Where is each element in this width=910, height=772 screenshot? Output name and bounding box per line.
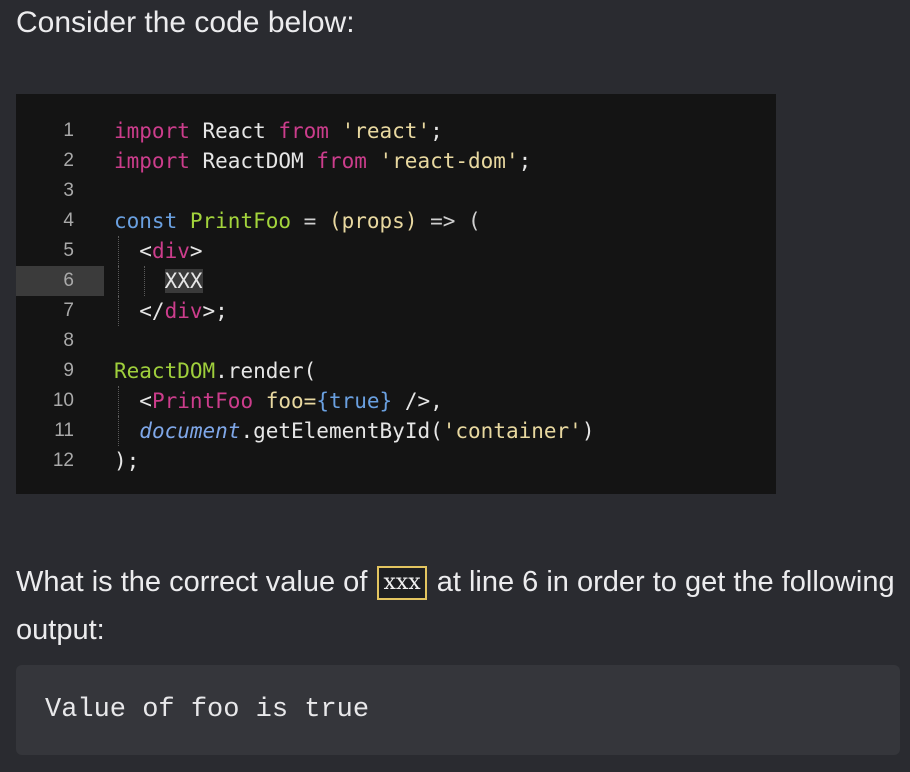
code-token: {true}: [316, 389, 393, 413]
code-token: from: [278, 119, 329, 143]
code-line: 8: [16, 326, 776, 356]
code-token: );: [114, 449, 140, 473]
code-line: 10 <PrintFoo foo={true} />,: [16, 386, 776, 416]
code-line: 3: [16, 176, 776, 206]
code-token: </: [114, 299, 165, 323]
code-token: >;: [202, 299, 228, 323]
indent-guide: [118, 386, 120, 416]
code-token: React: [189, 119, 279, 143]
intro-text: Consider the code below:: [16, 6, 355, 39]
code-text: XXX: [114, 266, 203, 296]
line-number: 5: [63, 240, 74, 261]
code-token: import: [114, 149, 190, 173]
code-token: PrintFoo: [151, 389, 254, 413]
code-line: 11 document.getElementById('container'): [16, 416, 776, 446]
code-line: 1 import React from 'react';: [16, 116, 776, 146]
question-before: What is the correct value of: [16, 566, 376, 598]
code-text: import React from 'react';: [114, 116, 443, 146]
indent-guide: [118, 266, 120, 296]
code-token: 'react': [328, 119, 431, 143]
code-token: 'react-dom': [366, 149, 519, 173]
code-block: 1 import React from 'react'; 2 import React…: [16, 94, 776, 494]
line-number: 10: [52, 390, 74, 411]
code-line: 5 <div>: [16, 236, 776, 266]
code-line: 7 </div>;: [16, 296, 776, 326]
code-token: =: [291, 209, 329, 233]
code-token: foo=: [253, 389, 317, 413]
indent-guide: [118, 236, 120, 266]
code-token: .getElementById(: [240, 419, 443, 443]
indent-guide: [118, 416, 120, 446]
code-token: const: [114, 209, 178, 233]
line-number: 1: [63, 120, 74, 141]
code-token: (props): [328, 209, 418, 233]
code-text: const PrintFoo = (props) => (: [114, 206, 481, 236]
placeholder-token: XXX: [164, 269, 203, 293]
code-token: ;: [518, 149, 532, 173]
code-token: ReactDOM: [189, 149, 317, 173]
code-token: />,: [392, 389, 443, 413]
code-text: </div>;: [114, 296, 228, 326]
code-text: document.getElementById('container'): [114, 416, 594, 446]
code-token: div: [151, 239, 190, 263]
indent-guide: [118, 296, 120, 326]
code-text: );: [114, 446, 139, 476]
code-text: import ReactDOM from 'react-dom';: [114, 146, 531, 176]
code-token: document: [139, 419, 241, 443]
code-text: <PrintFoo foo={true} />,: [114, 386, 443, 416]
code-line: 2 import ReactDOM from 'react-dom';: [16, 146, 776, 176]
inline-code-xxx: xxx: [377, 566, 427, 600]
code-token: .render(: [215, 359, 317, 383]
code-token: PrintFoo: [189, 209, 292, 233]
line-number: 6: [16, 266, 104, 296]
code-line: 6 XXX: [16, 266, 776, 296]
line-number: 7: [63, 300, 74, 321]
line-number: 2: [63, 150, 74, 171]
code-token: ReactDOM: [114, 359, 216, 383]
code-token: ): [581, 419, 595, 443]
code-token: => (: [417, 209, 481, 233]
output-text: Value of foo is true: [45, 695, 370, 725]
line-number: 11: [54, 420, 74, 441]
code-token: 'container': [442, 419, 582, 443]
line-number: 3: [63, 180, 74, 201]
output-box: Value of foo is true: [16, 665, 900, 755]
question-text: What is the correct value of xxx at line…: [16, 558, 896, 654]
code-token: >: [189, 239, 203, 263]
code-token: div: [164, 299, 203, 323]
line-number: 9: [63, 360, 74, 381]
indent-guide: [144, 266, 146, 296]
code-text: <div>: [114, 236, 203, 266]
line-number: 4: [63, 210, 74, 231]
line-number: 12: [52, 450, 74, 471]
code-token: from: [316, 149, 367, 173]
code-token: import: [114, 119, 190, 143]
code-line: 12);: [16, 446, 776, 476]
code-token: ;: [430, 119, 443, 143]
code-line: 4 const PrintFoo = (props) => (: [16, 206, 776, 236]
code-text: ReactDOM.render(: [114, 356, 316, 386]
line-number: 8: [63, 330, 74, 351]
code-line: 9 ReactDOM.render(: [16, 356, 776, 386]
